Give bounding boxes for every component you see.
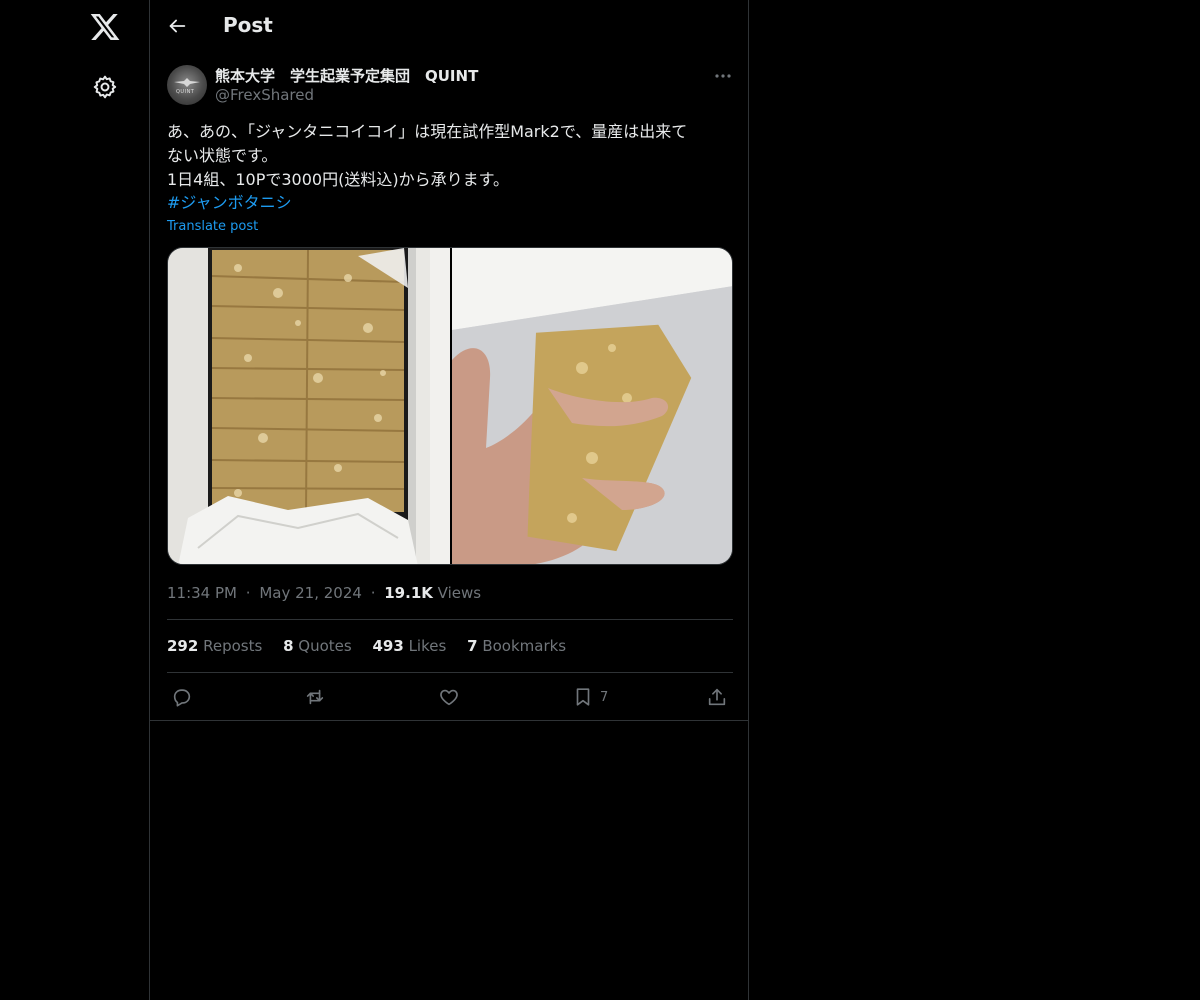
photo-tray-of-bars[interactable]: [168, 248, 450, 565]
back-arrow-icon[interactable]: [166, 15, 188, 37]
post-meta: 11:34 PM · May 21, 2024 · 19.1K Views: [167, 584, 481, 602]
views-count: 19.1K: [384, 584, 433, 602]
post-text: あ、あの、「ジャンタニコイコイ」は現在試作型Mark2で、量産は出来て ない状態…: [167, 120, 732, 192]
likes-stat[interactable]: 493 Likes: [372, 637, 446, 655]
stat-count: 7: [467, 637, 478, 655]
reposts-stat[interactable]: 292 Reposts: [167, 637, 262, 655]
stat-label: Likes: [408, 637, 447, 655]
post-text-line: 1日4組、10Pで3000円(送料込)から承ります。: [167, 170, 509, 189]
post-header: Post: [150, 0, 748, 54]
photo-hand-holding-bar[interactable]: [452, 248, 733, 565]
stat-count: 493: [372, 637, 404, 655]
author-name[interactable]: 熊本大学 学生起業予定集団 QUINT: [215, 65, 478, 86]
meta-separator: ·: [370, 584, 376, 602]
views-label: Views: [437, 584, 482, 602]
divider: [150, 720, 748, 721]
repost-icon: [306, 689, 324, 705]
stat-label: Reposts: [203, 637, 263, 655]
post-text-line: ない状態です。: [167, 146, 278, 165]
divider: [167, 672, 733, 673]
reply-icon: [173, 689, 191, 707]
left-nav: [0, 0, 150, 1000]
post-time[interactable]: 11:34 PM: [167, 584, 237, 602]
wing-logo-icon: [174, 78, 200, 87]
post-text-line: あ、あの、「ジャンタニコイコイ」は現在試作型Mark2で、量産は出来て: [167, 122, 688, 141]
page-title: Post: [223, 13, 273, 37]
more-options-icon[interactable]: [713, 66, 733, 86]
share-button[interactable]: [706, 685, 728, 709]
author-handle[interactable]: @FrexShared: [215, 86, 314, 104]
reply-button[interactable]: [171, 685, 193, 709]
stat-count: 292: [167, 637, 199, 655]
divider: [167, 619, 733, 620]
action-bar: 7: [150, 685, 748, 709]
x-logo-icon[interactable]: [89, 11, 121, 43]
share-icon: [708, 688, 726, 706]
bookmarks-stat[interactable]: 7 Bookmarks: [467, 637, 566, 655]
bookmark-icon: [576, 688, 590, 706]
stat-count: 8: [283, 637, 294, 655]
bookmark-count: 7: [600, 689, 609, 705]
avatar-label: QUINT: [176, 89, 195, 95]
meta-separator: ·: [245, 584, 251, 602]
repost-button[interactable]: [304, 685, 326, 709]
avatar[interactable]: QUINT: [167, 65, 207, 105]
hashtag-link[interactable]: #ジャンボタニシ: [167, 191, 292, 215]
stat-label: Bookmarks: [482, 637, 567, 655]
engagement-stats: 292 Reposts 8 Quotes 493 Likes 7 Bookmar…: [167, 637, 582, 655]
post-media: [167, 247, 733, 565]
translate-post-link[interactable]: Translate post: [167, 219, 258, 234]
bookmark-button[interactable]: 7: [572, 685, 608, 709]
post-column: Post QUINT 熊本大学 学生起業予定集団 QUINT @FrexShar…: [149, 0, 749, 1000]
quotes-stat[interactable]: 8 Quotes: [283, 637, 352, 655]
post-date[interactable]: May 21, 2024: [259, 584, 362, 602]
gear-icon[interactable]: [92, 74, 118, 100]
stat-label: Quotes: [298, 637, 352, 655]
like-button[interactable]: [438, 685, 460, 709]
heart-icon: [440, 689, 458, 706]
